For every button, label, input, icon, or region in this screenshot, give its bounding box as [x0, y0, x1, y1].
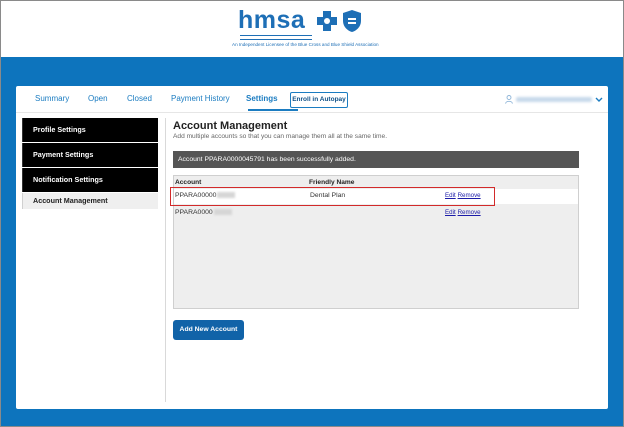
- user-icon: [505, 95, 513, 104]
- column-header-friendly-name: Friendly Name: [309, 179, 355, 186]
- sidebar-divider: [165, 118, 166, 402]
- tab-payment-history[interactable]: Payment History: [171, 94, 230, 103]
- row-actions: Edit Remove: [445, 209, 481, 216]
- new-account-highlight: [170, 187, 495, 206]
- sidebar-item-account-management[interactable]: Account Management: [22, 193, 158, 209]
- logo-wordmark: hmsa: [238, 6, 306, 34]
- user-menu[interactable]: [505, 95, 605, 105]
- add-new-account-button[interactable]: Add New Account: [173, 320, 244, 340]
- success-alert: Account PPARA0000045791 has been success…: [173, 151, 579, 168]
- logo-underline: [240, 35, 312, 40]
- sidebar-item-payment-settings[interactable]: Payment Settings: [22, 143, 158, 167]
- logo-tagline: An Independent Licensee of the Blue Cros…: [232, 42, 379, 47]
- edit-link[interactable]: Edit: [445, 209, 456, 216]
- sidebar-item-profile-settings[interactable]: Profile Settings: [22, 118, 158, 142]
- hmsa-logo[interactable]: hmsa An Independent Licensee of the Blue…: [232, 6, 386, 52]
- account-number: PPARA0000: [175, 209, 213, 216]
- tab-settings[interactable]: Settings: [246, 94, 278, 103]
- page-title: Account Management: [173, 120, 288, 132]
- settings-sidebar: Profile Settings Payment Settings Notifi…: [22, 118, 158, 210]
- column-header-account: Account: [175, 179, 202, 186]
- redacted-digits: [213, 209, 232, 216]
- tab-summary[interactable]: Summary: [35, 94, 69, 103]
- chevron-down-icon[interactable]: [595, 95, 603, 104]
- blue-shield-icon: [343, 10, 361, 32]
- site-header: hmsa An Independent Licensee of the Blue…: [0, 0, 624, 57]
- sidebar-item-notification-settings[interactable]: Notification Settings: [22, 168, 158, 192]
- enroll-autopay-button[interactable]: Enroll in Autopay: [290, 92, 348, 108]
- tabs-divider: [16, 112, 608, 113]
- blue-cross-icon: [317, 11, 337, 31]
- tab-closed[interactable]: Closed: [127, 94, 152, 103]
- tab-open[interactable]: Open: [88, 94, 108, 103]
- user-email-redacted: [516, 97, 592, 102]
- page-subtitle: Add multiple accounts so that you can ma…: [173, 133, 388, 140]
- active-tab-indicator: [248, 109, 298, 111]
- table-row: PPARA0000 Edit Remove: [174, 206, 578, 221]
- remove-link[interactable]: Remove: [458, 209, 481, 216]
- account-number-cell: PPARA0000: [175, 209, 232, 216]
